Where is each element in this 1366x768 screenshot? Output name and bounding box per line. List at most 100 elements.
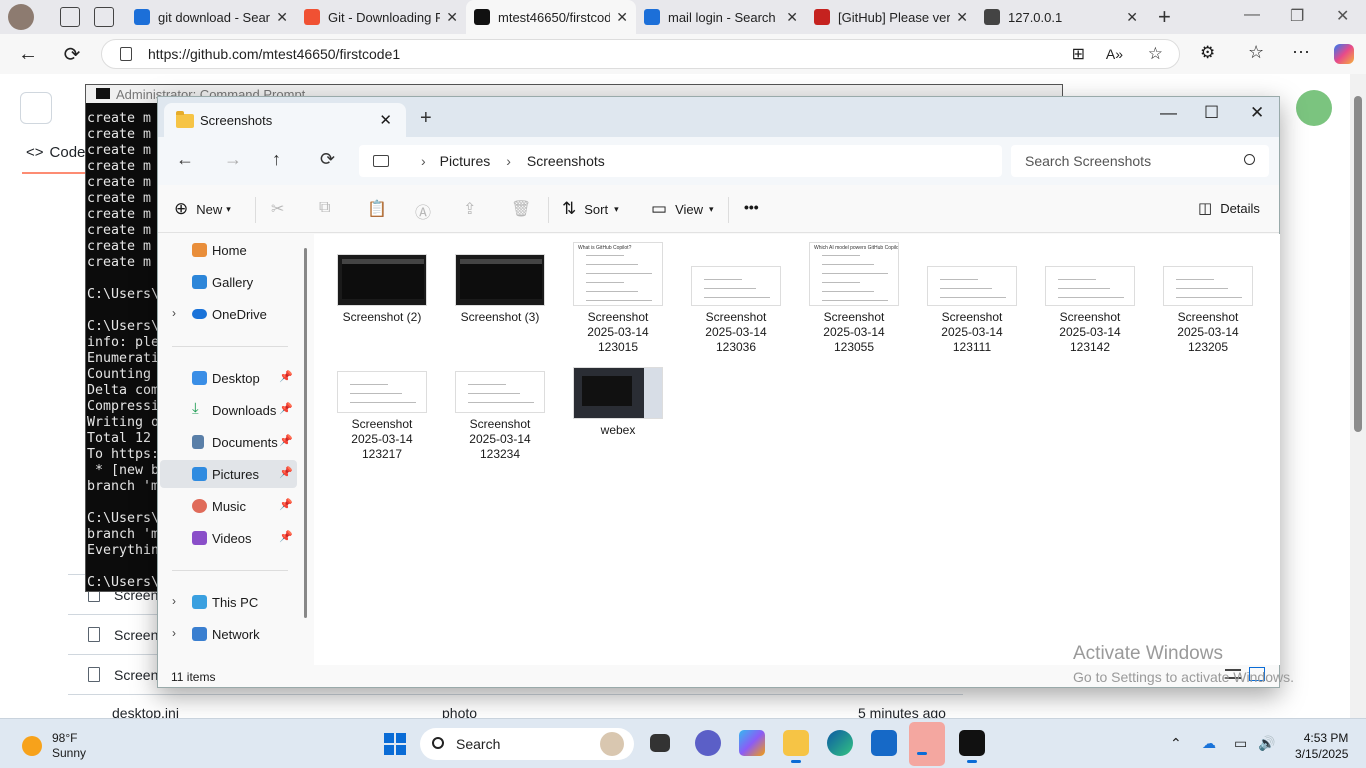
close-icon[interactable]: ✕: [1336, 6, 1349, 26]
back-icon[interactable]: ←: [176, 149, 194, 170]
browser-tab[interactable]: [GitHub] Please verify your device ✕: [806, 0, 976, 34]
close-tab-icon[interactable]: ✕: [276, 9, 288, 26]
file-item[interactable]: Which AI model powers GitHub Copilot? Scr…: [799, 242, 909, 355]
cut-icon[interactable]: ✂: [271, 199, 284, 219]
explorer-tab[interactable]: Screenshots ✕: [164, 103, 406, 137]
close-tab-icon[interactable]: ✕: [956, 9, 968, 26]
more-menu-icon[interactable]: ···: [1292, 41, 1310, 62]
browser-tab[interactable]: 127.0.0.1 ✕: [976, 0, 1146, 34]
sidebar-item-desktop[interactable]: Desktop 📌: [160, 364, 297, 392]
file-item[interactable]: Screenshot 2025-03-14 123111: [917, 242, 1027, 355]
system-clock[interactable]: 4:53 PM 3/15/2025: [1295, 730, 1348, 762]
file-item[interactable]: Screenshot 2025-03-14 123234: [445, 367, 555, 462]
refresh-icon[interactable]: ⟳: [56, 42, 88, 67]
details-button[interactable]: ◫ Details: [1198, 199, 1260, 217]
weather-widget[interactable]: 98°F Sunny: [22, 731, 86, 761]
pin-icon[interactable]: 📌: [279, 530, 293, 543]
browser-tab[interactable]: mail login - Search ✕: [636, 0, 806, 34]
share-icon[interactable]: ⇪: [463, 199, 476, 219]
workspaces-icon[interactable]: [60, 7, 80, 27]
sidebar-item-videos[interactable]: Videos 📌: [160, 524, 297, 552]
delete-icon[interactable]: 🗑: [511, 199, 531, 219]
up-icon[interactable]: ↑: [272, 149, 281, 170]
start-button[interactable]: [384, 733, 406, 755]
sort-button[interactable]: ⇅ Sort ▾: [562, 199, 619, 219]
command-prompt-taskbar-icon[interactable]: [959, 730, 985, 763]
extensions-icon[interactable]: ⚙: [1200, 43, 1215, 63]
teams-icon[interactable]: [695, 730, 721, 756]
search-input[interactable]: Search Screenshots: [1011, 145, 1269, 177]
new-tab-button[interactable]: +: [1158, 4, 1171, 30]
taskbar-search[interactable]: Search: [420, 728, 634, 760]
browser-tab[interactable]: Git - Downloading Package ✕: [296, 0, 466, 34]
file-item[interactable]: Screenshot 2025-03-14 123142: [1035, 242, 1145, 355]
close-tab-icon[interactable]: ✕: [1126, 9, 1138, 26]
sidebar-item-onedrive[interactable]: › OneDrive: [160, 300, 297, 328]
user-avatar[interactable]: [1296, 90, 1332, 126]
file-item[interactable]: Screenshot (2): [327, 242, 437, 325]
file-item[interactable]: Screenshot 2025-03-14 123036: [681, 242, 791, 355]
chevron-up-icon[interactable]: ⌃: [1170, 735, 1182, 752]
store-icon[interactable]: [871, 730, 897, 756]
pin-icon[interactable]: 📌: [279, 370, 293, 383]
breadcrumb-screenshots[interactable]: Screenshots: [527, 153, 605, 169]
close-tab-icon[interactable]: ✕: [379, 111, 392, 129]
copy-icon[interactable]: ⧉: [319, 199, 330, 217]
m365-icon[interactable]: [739, 730, 765, 756]
maximize-icon[interactable]: ☐: [1204, 103, 1219, 123]
task-view-icon[interactable]: [650, 734, 670, 752]
edge-icon[interactable]: [827, 730, 853, 756]
sidebar-item-gallery[interactable]: Gallery: [160, 268, 297, 296]
sidebar-scrollbar[interactable]: [304, 248, 307, 618]
file-item[interactable]: Screenshot 2025-03-14 123205: [1153, 242, 1263, 355]
pin-icon[interactable]: 📌: [279, 402, 293, 415]
file-item[interactable]: Screenshot 2025-03-14 123217: [327, 367, 437, 462]
minimize-icon[interactable]: —: [1160, 103, 1177, 123]
back-icon[interactable]: ←: [12, 43, 44, 66]
new-tab-button[interactable]: +: [420, 107, 432, 130]
hamburger-menu-icon[interactable]: [20, 92, 52, 124]
file-row[interactable]: desktop.ini photo 5 minutes ago: [68, 694, 963, 718]
file-item[interactable]: webex: [563, 367, 673, 438]
restore-icon[interactable]: ❐: [1290, 6, 1304, 26]
close-tab-icon[interactable]: ✕: [786, 9, 798, 26]
copilot-icon[interactable]: [1334, 44, 1354, 64]
sidebar-item-music[interactable]: Music 📌: [160, 492, 297, 520]
pin-icon[interactable]: 📌: [279, 434, 293, 447]
sidebar-item-this-pc[interactable]: › This PC: [160, 588, 297, 616]
view-button[interactable]: ▭ View ▾: [651, 199, 714, 219]
close-tab-icon[interactable]: ✕: [616, 9, 628, 26]
forward-icon[interactable]: →: [224, 149, 242, 170]
file-item[interactable]: What is GitHub Copilot? Screenshot 2025-03…: [563, 242, 673, 355]
pin-icon[interactable]: 📌: [279, 498, 293, 511]
app-available-icon[interactable]: ⊞: [1072, 44, 1085, 64]
tab-actions-icon[interactable]: [94, 7, 114, 27]
close-tab-icon[interactable]: ✕: [446, 9, 458, 26]
chevron-right-icon[interactable]: ›: [172, 594, 176, 608]
close-icon[interactable]: ✕: [1250, 103, 1264, 123]
network-icon[interactable]: ▭: [1234, 735, 1247, 752]
read-aloud-icon[interactable]: A»: [1106, 46, 1123, 62]
favorite-star-icon[interactable]: ☆: [1148, 44, 1163, 64]
sidebar-item-network[interactable]: › Network: [160, 620, 297, 648]
rename-icon[interactable]: Ⓐ: [415, 199, 431, 223]
tab-code[interactable]: <> Code: [22, 144, 102, 174]
file-explorer-taskbar-icon[interactable]: [783, 730, 809, 763]
sidebar-item-pictures[interactable]: Pictures 📌: [160, 460, 297, 488]
new-button[interactable]: ⊕ New ▾: [174, 199, 231, 219]
chevron-right-icon[interactable]: ›: [172, 626, 176, 640]
more-options-icon[interactable]: •••: [744, 199, 759, 215]
volume-icon[interactable]: 🔊: [1258, 735, 1275, 752]
profile-avatar[interactable]: [8, 4, 34, 30]
browser-tab[interactable]: mtest46650/firstcode1 ✕: [466, 0, 636, 34]
breadcrumb-pictures[interactable]: Pictures: [440, 153, 491, 169]
sidebar-item-home[interactable]: Home: [160, 236, 297, 264]
sidebar-item-documents[interactable]: Documents 📌: [160, 428, 297, 456]
pin-icon[interactable]: 📌: [279, 466, 293, 479]
page-scrollbar[interactable]: [1350, 74, 1366, 718]
file-item[interactable]: Screenshot (3): [445, 242, 555, 325]
chevron-right-icon[interactable]: ›: [172, 306, 176, 320]
cloud-sync-icon[interactable]: ☁: [1202, 735, 1216, 752]
git-gui-icon[interactable]: [909, 722, 945, 766]
favorites-icon[interactable]: ☆: [1248, 42, 1264, 63]
